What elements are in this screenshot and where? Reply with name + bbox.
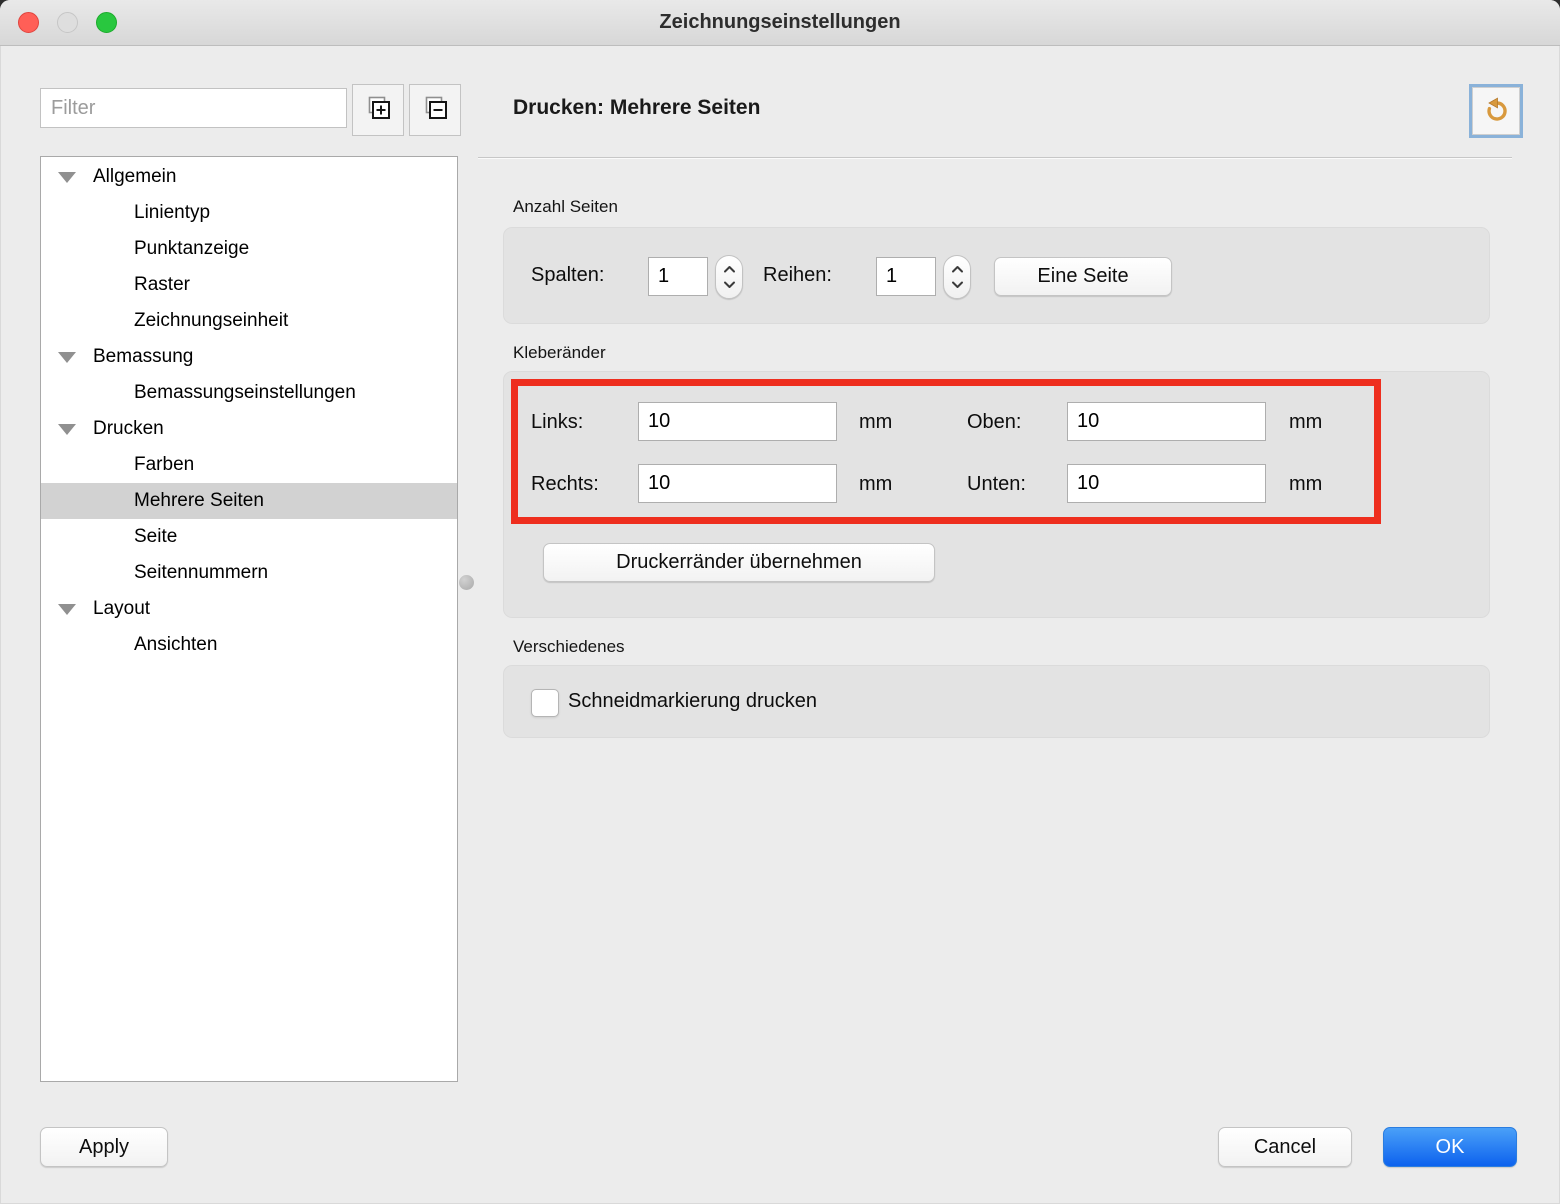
anzahl-seiten-panel: Spalten: Reihen: Eine Seite (503, 227, 1490, 324)
tree-item-ansichten[interactable]: Ansichten (41, 627, 457, 663)
ok-button[interactable]: OK (1383, 1127, 1517, 1167)
disclosure-triangle-icon[interactable] (58, 604, 76, 615)
tree-item-seite[interactable]: Seite (41, 519, 457, 555)
tree-item-allgemein[interactable]: Allgemein (41, 159, 457, 195)
chevron-up-icon (951, 262, 964, 277)
tree-item-mehrere-seiten[interactable]: Mehrere Seiten (41, 483, 457, 519)
tree-item-punktanzeige[interactable]: Punktanzeige (41, 231, 457, 267)
tree-item-label: Drucken (93, 418, 164, 440)
unten-input[interactable] (1067, 464, 1266, 503)
tree-item-label: Seite (134, 526, 177, 548)
title-bar: Zeichnungseinstellungen (0, 0, 1560, 46)
tree-item-label: Punktanzeige (134, 238, 249, 260)
revert-button[interactable] (1469, 84, 1523, 138)
unten-label: Unten: (967, 473, 1026, 496)
tree-item-farben[interactable]: Farben (41, 447, 457, 483)
settings-tree[interactable]: Allgemein Linientyp Punktanzeige Raster Zeic… (40, 156, 458, 1082)
schneidmarkierung-checkbox[interactable] (531, 689, 559, 717)
oben-label: Oben: (967, 411, 1021, 434)
chevron-down-icon (951, 277, 964, 292)
kleberaender-panel: Links: mm Oben: mm Rechts: mm Unten: mm … (503, 371, 1490, 618)
tree-item-label: Farben (134, 454, 194, 476)
chevron-down-icon (723, 277, 736, 292)
reihen-stepper[interactable] (943, 255, 971, 299)
tree-item-label: Allgemein (93, 166, 176, 188)
apply-printer-margins-button[interactable]: Druckerränder übernehmen (543, 543, 935, 582)
tree-item-bemassung[interactable]: Bemassung (41, 339, 457, 375)
stepper-up-button[interactable] (723, 264, 736, 276)
rechts-input[interactable] (638, 464, 837, 503)
expand-all-button[interactable] (352, 84, 404, 136)
collapse-all-icon (422, 95, 449, 125)
section-label-verschiedenes: Verschiedenes (513, 637, 625, 657)
chevron-up-icon (723, 262, 736, 277)
cancel-button[interactable]: Cancel (1218, 1127, 1352, 1167)
tree-item-label: Zeichnungseinheit (134, 310, 288, 332)
tree-item-seitennummern[interactable]: Seitennummern (41, 555, 457, 591)
stepper-down-button[interactable] (951, 279, 964, 291)
tree-item-raster[interactable]: Raster (41, 267, 457, 303)
tree-item-linientyp[interactable]: Linientyp (41, 195, 457, 231)
page-title: Drucken: Mehrere Seiten (513, 96, 760, 120)
tree-item-label: Bemassung (93, 346, 193, 368)
schneidmarkierung-label: Schneidmarkierung drucken (568, 690, 817, 713)
disclosure-triangle-icon[interactable] (58, 172, 76, 183)
settings-window: Zeichnungseinstellungen Allgemein Linient… (0, 0, 1560, 1204)
stepper-up-button[interactable] (951, 264, 964, 276)
oben-unit-label: mm (1289, 411, 1322, 434)
links-input[interactable] (638, 402, 837, 441)
window-title: Zeichnungseinstellungen (0, 0, 1560, 45)
tree-item-label: Seitennummern (134, 562, 268, 584)
tree-item-layout[interactable]: Layout (41, 591, 457, 627)
section-label-kleberaender: Kleberänder (513, 343, 606, 363)
tree-item-label: Bemassungseinstellungen (134, 382, 356, 404)
undo-arrow-icon (1481, 95, 1511, 128)
filter-input[interactable] (40, 88, 347, 128)
tree-item-zeichnungseinheit[interactable]: Zeichnungseinheit (41, 303, 457, 339)
spalten-stepper[interactable] (715, 255, 743, 299)
reihen-label: Reihen: (763, 264, 832, 287)
tree-item-label: Linientyp (134, 202, 210, 224)
tree-item-label: Mehrere Seiten (134, 490, 264, 512)
expand-all-icon (365, 95, 392, 125)
tree-item-label: Ansichten (134, 634, 217, 656)
rechts-label: Rechts: (531, 473, 599, 496)
reihen-input[interactable] (876, 257, 936, 296)
header-divider (478, 157, 1512, 159)
disclosure-triangle-icon[interactable] (58, 424, 76, 435)
apply-button[interactable]: Apply (40, 1127, 168, 1167)
tree-item-bemassungseinstellungen[interactable]: Bemassungseinstellungen (41, 375, 457, 411)
spalten-label: Spalten: (531, 264, 604, 287)
tree-item-drucken[interactable]: Drucken (41, 411, 457, 447)
links-unit-label: mm (859, 411, 892, 434)
oben-input[interactable] (1067, 402, 1266, 441)
eine-seite-button[interactable]: Eine Seite (994, 257, 1172, 296)
tree-item-label: Raster (134, 274, 190, 296)
collapse-all-button[interactable] (409, 84, 461, 136)
tree-item-label: Layout (93, 598, 150, 620)
verschiedenes-panel: Schneidmarkierung drucken (503, 665, 1490, 738)
splitter-handle[interactable] (459, 575, 474, 590)
stepper-down-button[interactable] (723, 279, 736, 291)
disclosure-triangle-icon[interactable] (58, 352, 76, 363)
rechts-unit-label: mm (859, 473, 892, 496)
spalten-input[interactable] (648, 257, 708, 296)
section-label-anzahl-seiten: Anzahl Seiten (513, 197, 618, 217)
unten-unit-label: mm (1289, 473, 1322, 496)
links-label: Links: (531, 411, 583, 434)
